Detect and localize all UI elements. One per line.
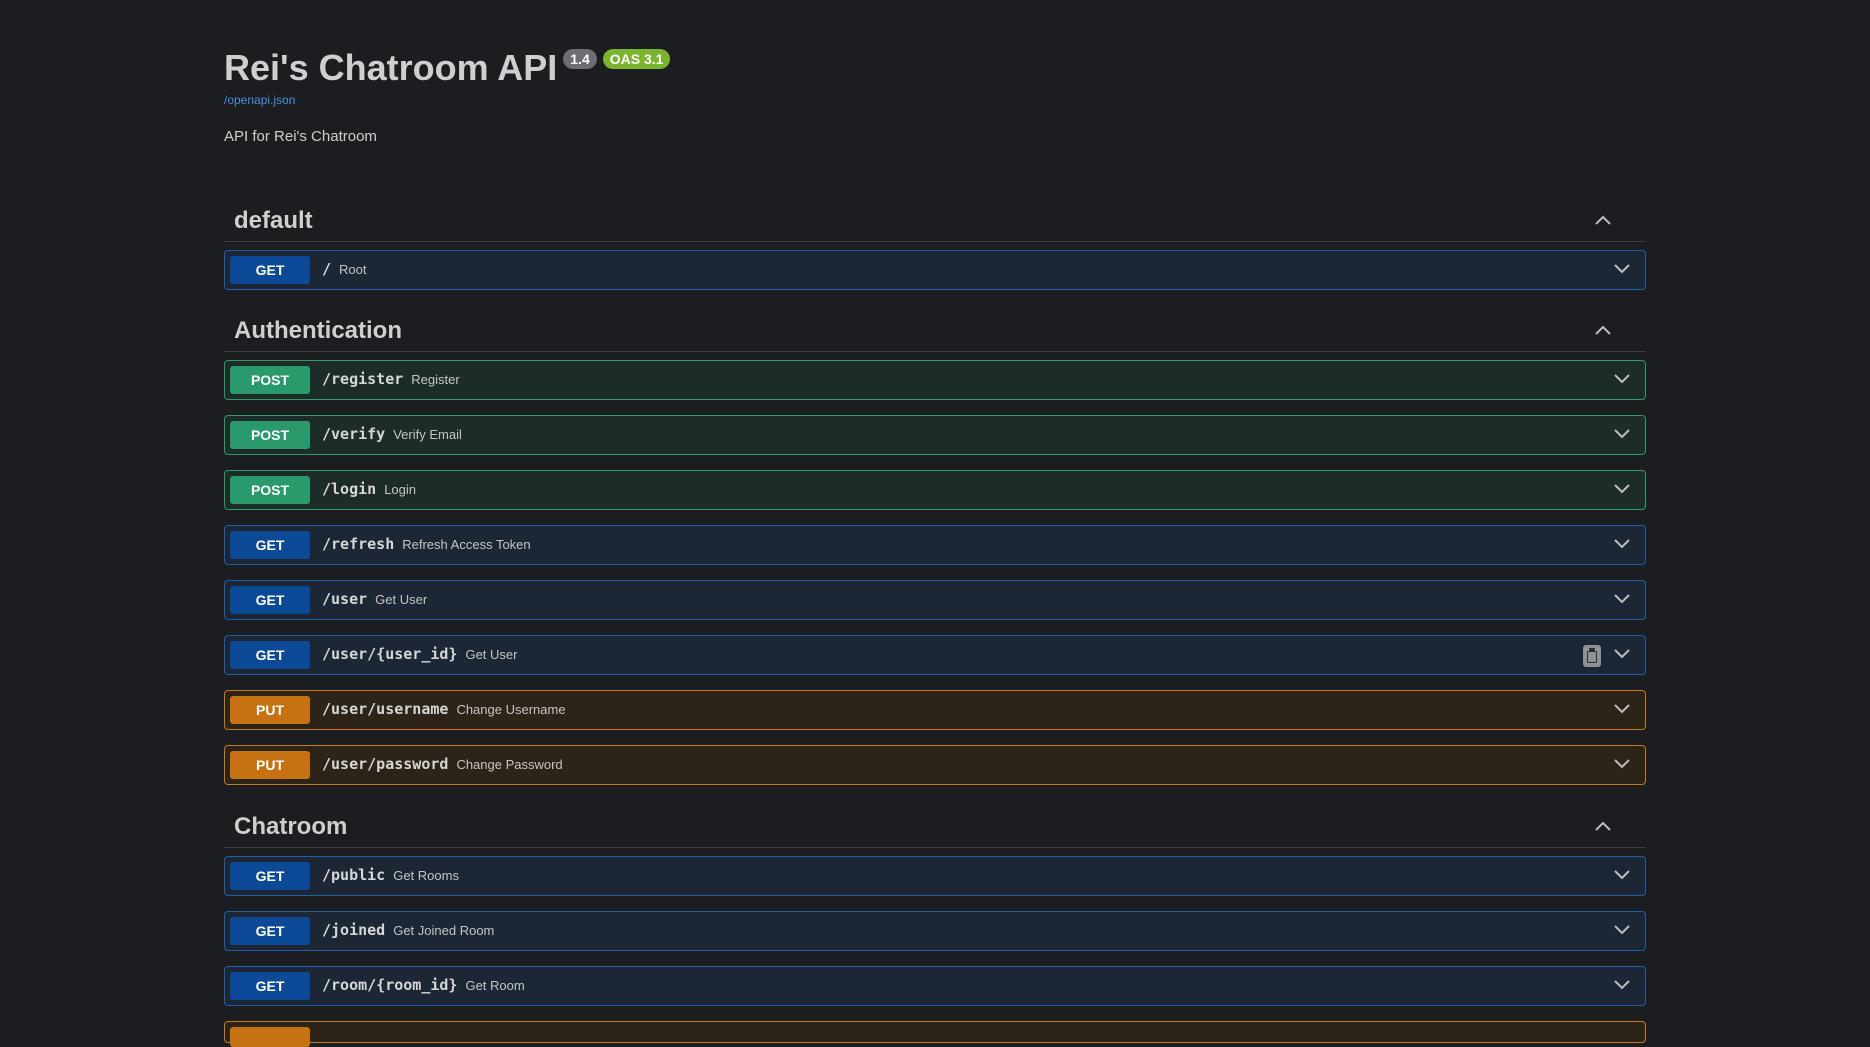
- operation-path: /joined Get Joined Room: [322, 921, 495, 939]
- operation-row[interactable]: POST /login Login: [224, 470, 1646, 510]
- chevron-up-icon: [1595, 215, 1611, 225]
- operation-summary: Register: [411, 372, 460, 387]
- chevron-down-icon[interactable]: [1613, 373, 1631, 385]
- section-chatroom-header[interactable]: Chatroom: [224, 803, 1646, 848]
- operation-summary: Login: [384, 482, 416, 497]
- chevron-down-icon[interactable]: [1613, 758, 1631, 770]
- operation-summary: Get Room: [465, 978, 525, 993]
- operation-row[interactable]: PUT /user/username Change Username: [224, 690, 1646, 730]
- method-badge: POST: [230, 476, 310, 504]
- version-badge: 1.4: [563, 49, 597, 69]
- method-badge: GET: [230, 917, 310, 945]
- operation-path: /user Get User: [322, 590, 428, 608]
- copy-to-clipboard-icon[interactable]: [1583, 645, 1601, 667]
- method-badge: POST: [230, 366, 310, 394]
- title-row: Rei's Chatroom API 1.4 OAS 3.1: [224, 46, 671, 90]
- operation-row[interactable]: POST /register Register: [224, 360, 1646, 400]
- chevron-up-icon: [1595, 821, 1611, 831]
- operation-summary: Root: [339, 262, 367, 277]
- chevron-down-icon[interactable]: [1613, 428, 1631, 440]
- method-badge: GET: [230, 862, 310, 890]
- section-title: Chatroom: [234, 813, 348, 840]
- operation-row[interactable]: GET / Root: [224, 250, 1646, 290]
- operation-row[interactable]: GET /public Get Rooms: [224, 856, 1646, 896]
- operation-summary: Refresh Access Token: [402, 537, 531, 552]
- api-description: API for Rei's Chatroom: [224, 128, 377, 145]
- chevron-down-icon[interactable]: [1613, 924, 1631, 936]
- method-badge: GET: [230, 256, 310, 284]
- section-title: default: [234, 207, 313, 234]
- chevron-down-icon[interactable]: [1613, 703, 1631, 715]
- operation-path: /verify Verify Email: [322, 425, 462, 443]
- method-badge: PUT: [230, 696, 310, 724]
- operation-summary: Verify Email: [393, 427, 462, 442]
- operation-path: /user/password Change Password: [322, 755, 563, 773]
- section-title: Authentication: [234, 317, 402, 344]
- method-badge: GET: [230, 641, 310, 669]
- chevron-down-icon[interactable]: [1613, 263, 1631, 275]
- operation-row[interactable]: GET /room/{room_id} Get Room: [224, 966, 1646, 1006]
- chevron-down-icon[interactable]: [1613, 979, 1631, 991]
- operation-summary: Get Rooms: [393, 868, 459, 883]
- operation-row[interactable]: PUT /user/password Change Password: [224, 745, 1646, 785]
- page-title: Rei's Chatroom API: [224, 47, 558, 88]
- operation-row[interactable]: GET /user/{user_id} Get User: [224, 635, 1646, 675]
- operation-summary: Get User: [465, 647, 518, 662]
- method-badge: GET: [230, 586, 310, 614]
- method-badge: GET: [230, 531, 310, 559]
- chevron-down-icon[interactable]: [1613, 648, 1631, 660]
- operation-path: / Root: [322, 260, 367, 278]
- operation-summary: Get User: [375, 592, 428, 607]
- operation-path: /room/{room_id} Get Room: [322, 976, 525, 994]
- operation-path: /user/{user_id} Get User: [322, 645, 518, 663]
- chevron-up-icon: [1595, 325, 1611, 335]
- operation-row[interactable]: GET /refresh Refresh Access Token: [224, 525, 1646, 565]
- operation-summary: Get Joined Room: [393, 923, 495, 938]
- operation-row[interactable]: GET /user Get User: [224, 580, 1646, 620]
- method-badge: POST: [230, 421, 310, 449]
- operation-summary: Change Password: [456, 757, 563, 772]
- operation-path: /register Register: [322, 370, 460, 388]
- operation-row-partial[interactable]: [224, 1021, 1646, 1047]
- section-authentication-header[interactable]: Authentication: [224, 307, 1646, 352]
- chevron-down-icon[interactable]: [1613, 593, 1631, 605]
- oas-badge: OAS 3.1: [602, 49, 671, 69]
- section-default-header[interactable]: default: [224, 197, 1646, 242]
- openapi-json-link[interactable]: /openapi.json: [224, 93, 295, 107]
- chevron-down-icon[interactable]: [1613, 869, 1631, 881]
- chevron-down-icon[interactable]: [1613, 538, 1631, 550]
- operation-row[interactable]: GET /joined Get Joined Room: [224, 911, 1646, 951]
- operation-path: /user/username Change Username: [322, 700, 566, 718]
- method-badge: PUT: [230, 751, 310, 779]
- operation-row[interactable]: POST /verify Verify Email: [224, 415, 1646, 455]
- method-badge: GET: [230, 972, 310, 1000]
- chevron-down-icon[interactable]: [1613, 483, 1631, 495]
- operation-path: /public Get Rooms: [322, 866, 459, 884]
- method-badge: [230, 1027, 310, 1047]
- operation-path: /login Login: [322, 480, 416, 498]
- operation-path: /refresh Refresh Access Token: [322, 535, 531, 553]
- operation-summary: Change Username: [456, 702, 566, 717]
